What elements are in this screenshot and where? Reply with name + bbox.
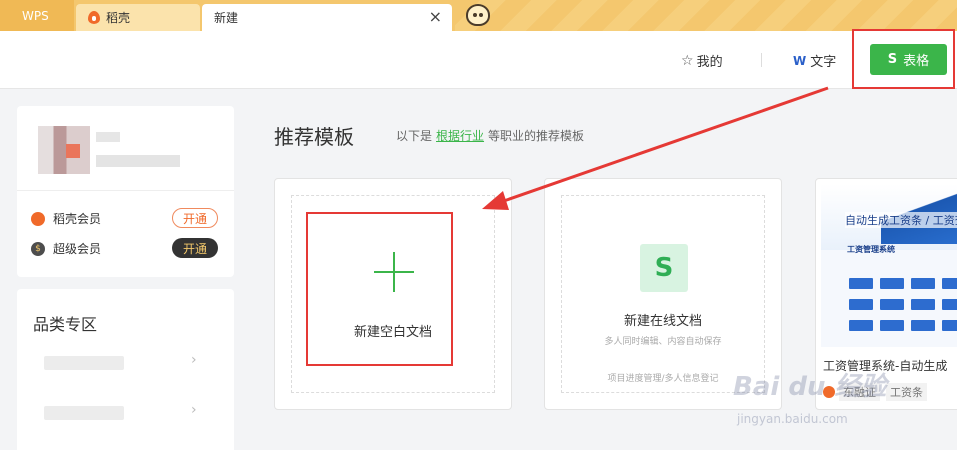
tab-new-label: 新建 bbox=[214, 11, 239, 25]
tab-bar: WPS 稻壳 新建 × bbox=[0, 0, 957, 31]
cat-mascot-icon[interactable] bbox=[466, 4, 490, 26]
word-button[interactable]: W 文字 bbox=[793, 51, 837, 71]
member-row-super: $ 超级会员 bbox=[31, 240, 101, 257]
tab-new[interactable]: 新建 × bbox=[202, 4, 452, 31]
mine-button[interactable]: ☆ 我的 bbox=[681, 51, 723, 71]
username-placeholder bbox=[96, 132, 120, 142]
section-subtitle: 以下是 根据行业 等职业的推荐模板 bbox=[396, 127, 584, 144]
word-label: 文字 bbox=[810, 55, 837, 70]
member-name: 超级会员 bbox=[53, 242, 102, 256]
tab-daoke[interactable]: 稻壳 bbox=[76, 4, 200, 31]
subtitle-prefix: 以下是 bbox=[396, 129, 433, 143]
avatar[interactable] bbox=[38, 126, 90, 174]
template-tag: 工资条 bbox=[886, 383, 927, 401]
watermark: Bai du 经验 bbox=[733, 372, 887, 402]
daoke-member-icon bbox=[31, 211, 45, 226]
tab-wps[interactable]: WPS bbox=[0, 0, 74, 31]
open-daoke-button[interactable]: 开通 bbox=[172, 208, 218, 228]
open-super-button[interactable]: 开通 bbox=[172, 238, 218, 258]
thumbnail-title: 自动生成工资条 / 工资查 bbox=[845, 212, 957, 228]
tab-daoke-label: 稻壳 bbox=[106, 11, 131, 25]
chevron-right-icon[interactable]: › bbox=[191, 402, 197, 418]
new-online-doc-label: 新建在线文档 bbox=[623, 314, 702, 329]
super-member-icon: $ bbox=[31, 241, 45, 256]
category-item-placeholder[interactable] bbox=[44, 356, 124, 370]
thumbnail-grid bbox=[849, 278, 957, 331]
user-info-placeholder bbox=[96, 155, 180, 167]
online-doc-logo-icon: S bbox=[640, 244, 688, 292]
industry-link[interactable]: 根据行业 bbox=[436, 129, 484, 143]
category-item-placeholder[interactable] bbox=[44, 406, 124, 420]
subtitle-suffix: 等职业的推荐模板 bbox=[488, 129, 585, 143]
chevron-right-icon[interactable]: › bbox=[191, 352, 197, 368]
watermark-url: jingyan.baidu.com bbox=[737, 412, 848, 426]
tab-bar-background bbox=[455, 0, 957, 31]
page-title: 推荐模板 bbox=[274, 125, 354, 149]
daoke-flame-icon bbox=[88, 11, 100, 24]
header-divider bbox=[761, 53, 762, 67]
member-row-daoke: 稻壳会员 bbox=[31, 210, 101, 227]
highlight-box-sheet bbox=[852, 29, 955, 89]
divider bbox=[17, 190, 234, 191]
mine-label: 我的 bbox=[696, 55, 723, 70]
template-thumbnail: 自动生成工资条 / 工资查 工资管理系统 bbox=[821, 184, 957, 347]
online-doc-desc: 多人同时编辑、内容自动保存 bbox=[604, 337, 722, 347]
tab-wps-label: WPS bbox=[22, 8, 49, 23]
category-card: 品类专区 › › bbox=[17, 289, 234, 450]
close-icon[interactable]: × bbox=[429, 9, 442, 25]
user-card: 稻壳会员 开通 $ 超级会员 开通 bbox=[17, 106, 234, 277]
highlight-box-blank-doc bbox=[306, 212, 453, 366]
thumbnail-heading: 工资管理系统 bbox=[847, 245, 895, 254]
header: ☆ 我的 W 文字 S 表格 bbox=[0, 31, 957, 89]
category-title: 品类专区 bbox=[33, 315, 98, 334]
word-icon: W bbox=[793, 53, 807, 68]
member-name: 稻壳会员 bbox=[53, 212, 102, 226]
star-icon: ☆ bbox=[681, 52, 694, 69]
dashed-frame bbox=[561, 195, 765, 393]
